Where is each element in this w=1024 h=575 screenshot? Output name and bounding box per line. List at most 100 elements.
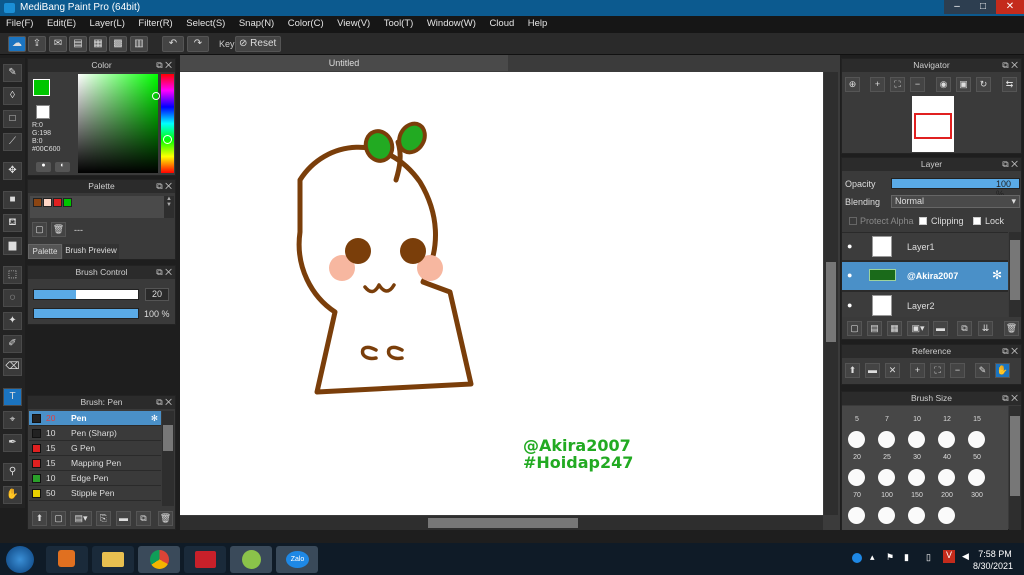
size-option-dot[interactable] xyxy=(908,469,925,486)
new-layer-icon[interactable]: ▢ xyxy=(847,321,862,336)
zoom-out-icon[interactable]: − xyxy=(910,77,925,92)
navigator-preview[interactable] xyxy=(912,96,954,152)
canvas-horizontal-scrollbar[interactable] xyxy=(180,516,823,530)
text-tool-icon[interactable]: T xyxy=(3,388,22,406)
delete-layer-icon[interactable]: 🗑 xyxy=(1004,321,1019,336)
medibang-app[interactable] xyxy=(184,546,226,573)
eye-icon[interactable]: ● xyxy=(847,300,852,310)
size-option-dot[interactable] xyxy=(968,431,985,448)
size-option-dot[interactable] xyxy=(938,507,955,524)
ref-zoom-in-icon[interactable]: + xyxy=(910,363,925,378)
size-option-dot[interactable] xyxy=(938,469,955,486)
fill-rect-tool-icon[interactable]: ■ xyxy=(3,191,22,209)
document-icon[interactable]: ▦ xyxy=(89,36,107,52)
canvas-vertical-scrollbar[interactable] xyxy=(824,72,838,515)
palette-color-swatch[interactable] xyxy=(53,198,62,207)
rotate-icon[interactable]: ↻ xyxy=(976,77,991,92)
brush-size-scroll-thumb[interactable] xyxy=(1010,416,1020,496)
size-option-label[interactable]: 25 xyxy=(872,454,902,461)
media-player-app[interactable] xyxy=(46,546,88,573)
fit-window-icon[interactable]: ⛶ xyxy=(890,77,905,92)
panel-controls-icon[interactable]: ⧉ ✕ xyxy=(156,396,172,409)
size-option-label[interactable]: 5 xyxy=(842,416,872,423)
palette-color-swatch[interactable] xyxy=(43,198,52,207)
layer-row[interactable]: ● Layer2 xyxy=(842,292,1008,317)
dropper-tool-icon[interactable]: ✒ xyxy=(3,434,22,452)
sv-picker-handle[interactable] xyxy=(152,92,160,100)
redo-icon[interactable]: ↷ xyxy=(187,36,209,52)
chat-icon[interactable]: ▤ xyxy=(69,36,87,52)
add-brush-icon[interactable]: ⬆ xyxy=(32,511,47,526)
move-tool-icon[interactable]: ✥ xyxy=(3,162,22,180)
menu-color[interactable]: Color(C) xyxy=(282,16,329,29)
tray-zalo-icon[interactable] xyxy=(852,553,862,563)
zoom-fit-icon[interactable]: ⊕ xyxy=(845,77,860,92)
palette-scrollbar[interactable]: ▲ ▼ xyxy=(164,196,174,218)
menu-filter[interactable]: Filter(R) xyxy=(132,16,177,29)
menu-edit[interactable]: Edit(E) xyxy=(41,16,81,29)
size-option-dot[interactable] xyxy=(908,507,925,524)
brush-size-slider[interactable] xyxy=(33,289,139,300)
duplicate-layer-icon[interactable]: ⧉ xyxy=(957,321,972,336)
size-option-label[interactable]: 300 xyxy=(962,492,992,499)
size-option-label[interactable]: 10 xyxy=(902,416,932,423)
panel-controls-icon[interactable]: ⧉ ✕ xyxy=(1002,392,1018,405)
layer-row[interactable]: ● Layer1 xyxy=(842,233,1008,260)
open-folder-icon[interactable]: ▬ xyxy=(865,363,880,378)
menu-help[interactable]: Help xyxy=(522,16,553,29)
size-option-dot[interactable] xyxy=(878,469,895,486)
size-option-label[interactable]: 50 xyxy=(962,454,992,461)
canvas-vscroll-thumb[interactable] xyxy=(826,262,836,342)
panel-controls-icon[interactable]: ⧉ ✕ xyxy=(1002,158,1018,171)
close-reference-icon[interactable]: ✕ xyxy=(885,363,900,378)
antivirus-icon[interactable]: V xyxy=(943,550,955,563)
minimize-button[interactable]: – xyxy=(944,0,970,14)
menu-file[interactable]: File(F) xyxy=(0,16,38,29)
size-option-label[interactable]: 40 xyxy=(932,454,962,461)
select-pen-icon[interactable]: ✐ xyxy=(3,335,22,353)
size-option-dot[interactable] xyxy=(848,431,865,448)
delete-palette-icon[interactable]: 🗑 xyxy=(51,222,66,237)
zoom-in-icon[interactable]: + xyxy=(870,77,885,92)
ref-hand-icon[interactable]: ✋ xyxy=(995,363,1010,378)
comment-icon[interactable]: ✉ xyxy=(49,36,67,52)
eraser-tool-icon[interactable]: ◊ xyxy=(3,87,22,105)
menu-window[interactable]: Window(W) xyxy=(421,16,481,29)
eyedropper-icon[interactable]: ⚲ xyxy=(3,463,22,481)
cloud-icon[interactable]: ☁ xyxy=(8,36,26,52)
brush-folder-icon[interactable]: ▬ xyxy=(116,511,131,526)
actual-size-icon[interactable]: ◉ xyxy=(936,77,951,92)
bucket-tool-icon[interactable]: ⛾ xyxy=(3,214,22,232)
rectangle-tool-icon[interactable]: □ xyxy=(3,110,22,128)
brush-menu-icon[interactable]: ▤▾ xyxy=(70,511,92,526)
brush-copy-icon[interactable]: ⎘ xyxy=(96,511,111,526)
menu-view[interactable]: View(V) xyxy=(331,16,375,29)
hand-tool-icon[interactable]: ✋ xyxy=(3,486,22,504)
size-option-label[interactable]: 20 xyxy=(842,454,872,461)
size-option-label[interactable]: 15 xyxy=(962,416,992,423)
undo-icon[interactable]: ↶ xyxy=(162,36,184,52)
magic-wand-icon[interactable]: ✦ xyxy=(3,312,22,330)
green-app[interactable] xyxy=(230,546,272,573)
document-tab[interactable]: Untitled xyxy=(180,55,508,71)
clipping-checkbox[interactable] xyxy=(919,217,927,225)
zalo-app[interactable]: Zalo xyxy=(276,546,318,573)
brush-size-value[interactable]: 20 xyxy=(145,288,169,301)
ref-zoom-out-icon[interactable]: − xyxy=(950,363,965,378)
brush-item-mapping-pen[interactable]: 15 Mapping Pen xyxy=(29,456,161,471)
panel-controls-icon[interactable]: ⧉ ✕ xyxy=(156,59,172,72)
layer-folder-icon[interactable]: ▬ xyxy=(933,321,948,336)
ref-pen-icon[interactable]: ✎ xyxy=(975,363,990,378)
upload-icon[interactable]: ⬆ xyxy=(845,363,860,378)
color-mode-button[interactable]: ● xyxy=(36,162,51,172)
eye-icon[interactable]: ● xyxy=(847,241,852,251)
reset-button[interactable]: ⊘ Reset xyxy=(235,36,281,52)
gradient-tool-icon[interactable]: ▆ xyxy=(3,237,22,255)
panel-controls-icon[interactable]: ⧉ ✕ xyxy=(1002,59,1018,72)
layer-list-scrollbar[interactable] xyxy=(1009,232,1021,317)
battery-icon[interactable]: ▯ xyxy=(926,552,931,563)
size-option-dot[interactable] xyxy=(938,431,955,448)
clock-date[interactable]: 8/30/2021 xyxy=(967,561,1019,571)
palette-color-swatch[interactable] xyxy=(33,198,42,207)
share-icon[interactable]: ⇪ xyxy=(28,36,46,52)
